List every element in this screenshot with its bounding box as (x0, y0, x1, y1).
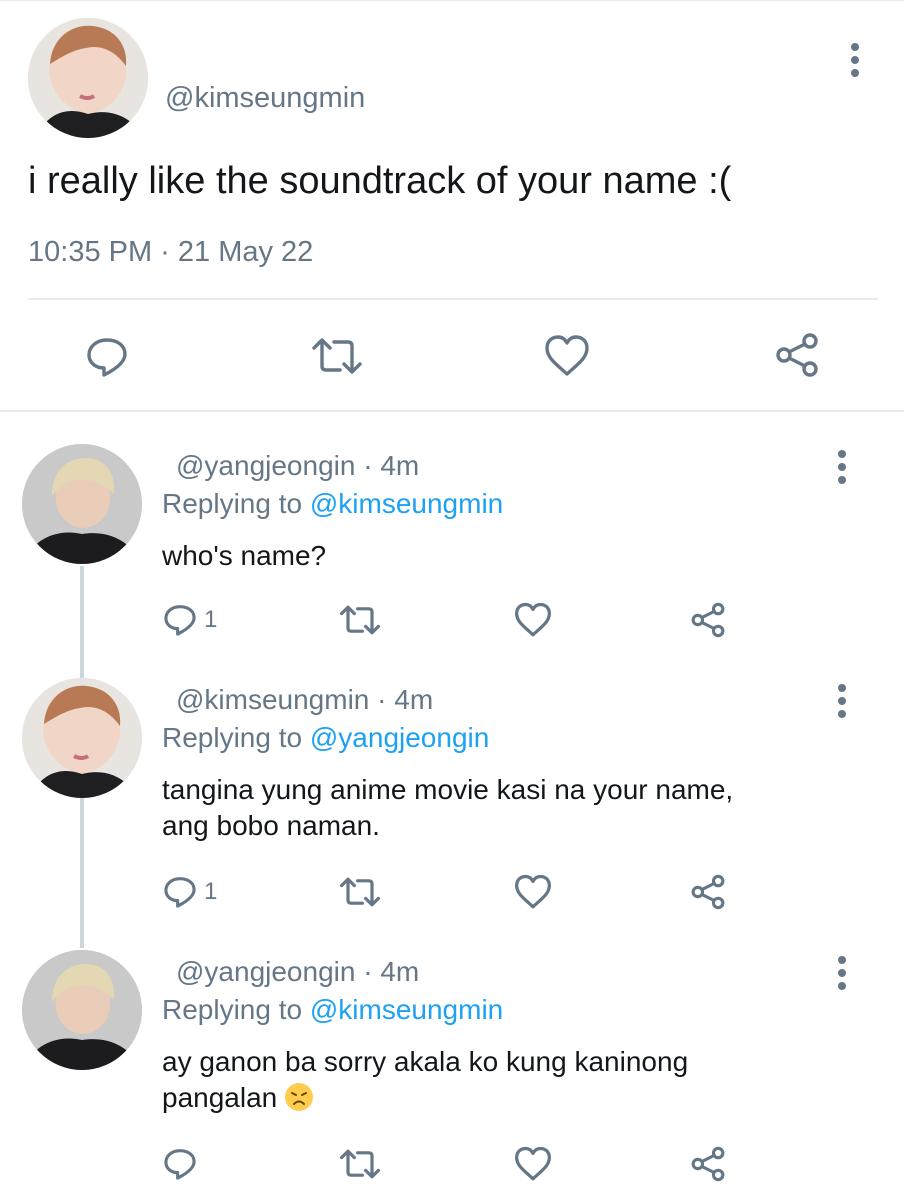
reply-1-retweet-button[interactable] (338, 604, 382, 636)
reply-3-replying-to: Replying to @kimseungmin (162, 994, 503, 1026)
reply-icon (164, 605, 196, 636)
reply-1-handle[interactable]: @yangjeongin · 4m (176, 450, 419, 482)
reply-3-like-button[interactable] (514, 1146, 552, 1182)
disappointed-face-icon (285, 1083, 314, 1111)
main-retweet-button[interactable] (310, 336, 364, 376)
retweet-icon (339, 877, 380, 907)
replying-label: Replying to (162, 722, 303, 753)
reply-1-reply-button[interactable]: 1 (162, 602, 232, 638)
reply-3-share-button[interactable] (690, 1146, 726, 1182)
reply-2-share-button[interactable] (690, 874, 726, 910)
reply-2-like-button[interactable] (514, 874, 552, 910)
like-icon (515, 602, 551, 637)
reply-count: 1 (204, 606, 218, 633)
top-divider (0, 0, 904, 1)
retweet-icon (312, 338, 362, 374)
reply-2-text-line: tangina yung anime movie kasi na your na… (162, 774, 734, 805)
mention-link[interactable]: @yangjeongin (310, 722, 489, 753)
reply-count: 1 (204, 878, 218, 905)
retweet-icon (339, 605, 380, 635)
reply-2-handle[interactable]: @kimseungmin · 4m (176, 684, 433, 716)
mention-link[interactable]: @kimseungmin (310, 994, 503, 1025)
reply-3-text: ay ganon ba sorry akala ko kung kaninong… (162, 1044, 688, 1116)
reply-3-text-word: pangalan (162, 1082, 278, 1113)
reply-3-text-line: pangalan (162, 1080, 688, 1116)
reply-1-text-line: who's name? (162, 540, 327, 571)
reply-2-text: tangina yung anime movie kasi na your na… (162, 772, 733, 844)
replying-label: Replying to (162, 994, 303, 1025)
reply-3-reply-button[interactable] (162, 1146, 202, 1182)
reply-3-retweet-button[interactable] (338, 1148, 382, 1180)
main-share-button[interactable] (774, 332, 820, 378)
reply-1-like-button[interactable] (514, 602, 552, 638)
share-icon (691, 1146, 725, 1182)
replying-label: Replying to (162, 488, 303, 519)
main-tweet-timestamp: 10:35 PM · 21 May 22 (28, 236, 314, 268)
like-icon (545, 335, 589, 376)
main-like-button[interactable] (544, 334, 590, 378)
more-icon[interactable] (851, 43, 861, 82)
avatar-yangjeongin[interactable] (22, 444, 142, 564)
reply-2-replying-to: Replying to @yangjeongin (162, 722, 489, 754)
main-reply-button[interactable] (84, 334, 130, 380)
reply-1-share-button[interactable] (690, 602, 726, 638)
reply-1-text: who's name? (162, 538, 326, 574)
reply-2-text-line: ang bobo naman. (162, 810, 380, 841)
reply-2-reply-button[interactable]: 1 (162, 874, 232, 910)
reply-icon (164, 877, 196, 908)
reply-icon (87, 338, 127, 377)
more-icon[interactable] (838, 684, 848, 723)
reply-icon (164, 1149, 196, 1180)
reply-1-replying-to: Replying to @kimseungmin (162, 488, 503, 520)
section-divider (0, 410, 904, 412)
main-tweet-divider (28, 298, 878, 300)
share-icon (776, 333, 818, 377)
reply-3-text-line: ay ganon ba sorry akala ko kung kaninong (162, 1046, 689, 1077)
mention-link[interactable]: @kimseungmin (310, 488, 503, 519)
main-tweet-text: i really like the soundtrack of your nam… (28, 160, 732, 202)
like-icon (515, 1146, 551, 1181)
like-icon (515, 874, 551, 909)
reply-2-retweet-button[interactable] (338, 876, 382, 908)
more-icon[interactable] (838, 956, 848, 995)
avatar-yangjeongin[interactable] (22, 950, 142, 1070)
share-icon (691, 602, 725, 638)
reply-3-handle[interactable]: @yangjeongin · 4m (176, 956, 419, 988)
avatar-kimseungmin[interactable] (28, 18, 148, 138)
share-icon (691, 874, 725, 910)
retweet-icon (339, 1149, 380, 1179)
main-tweet-handle[interactable]: @kimseungmin (165, 82, 365, 115)
more-icon[interactable] (838, 450, 848, 489)
avatar-kimseungmin[interactable] (22, 678, 142, 798)
